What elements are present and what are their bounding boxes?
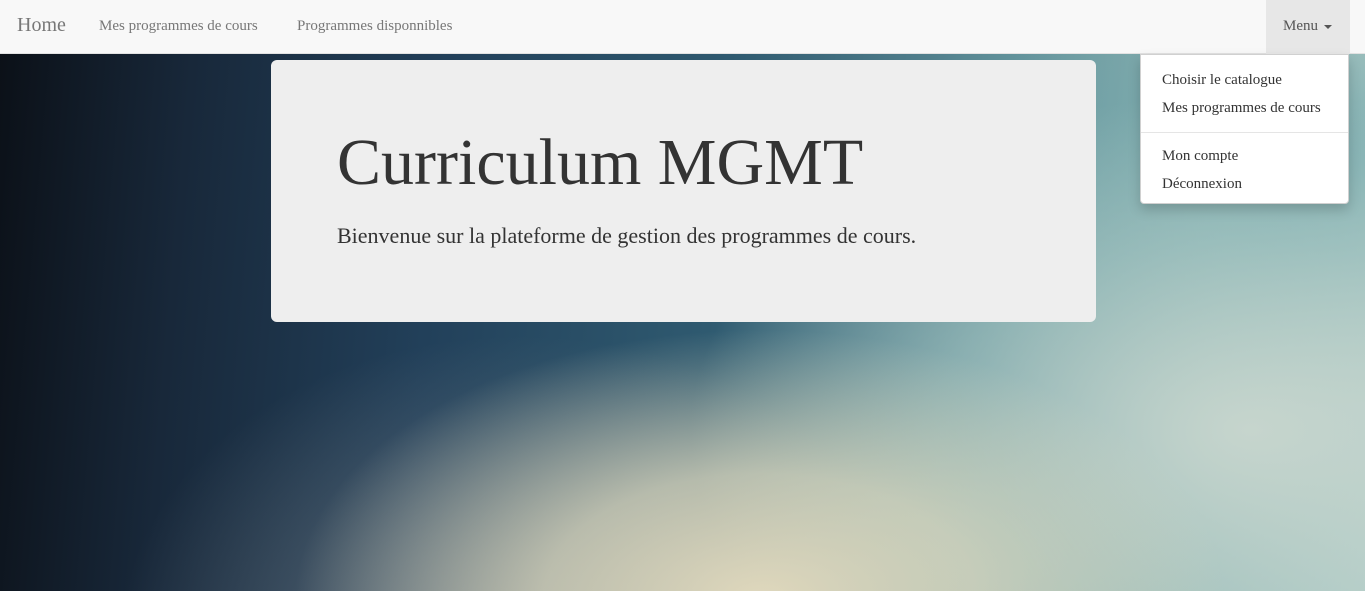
nav-link-programmes-disponibles[interactable]: Programmes disponnibles <box>297 18 452 35</box>
page-title: Curriculum MGMT <box>337 126 864 199</box>
menu-dropdown: Choisir le catalogue Mes programmes de c… <box>1140 54 1349 204</box>
caret-down-icon <box>1324 24 1332 29</box>
menu-dropdown-toggle[interactable]: Menu <box>1266 0 1350 54</box>
menu-label: Menu <box>1283 18 1318 34</box>
menu-item-mes-programmes[interactable]: Mes programmes de cours <box>1162 100 1321 117</box>
welcome-jumbotron: Curriculum MGMT Bienvenue sur la platefo… <box>271 60 1096 322</box>
menu-item-choisir-catalogue[interactable]: Choisir le catalogue <box>1162 72 1282 89</box>
menu-item-deconnexion[interactable]: Déconnexion <box>1162 176 1242 193</box>
top-navbar: Home Mes programmes de cours Programmes … <box>0 0 1365 54</box>
nav-link-mes-programmes[interactable]: Mes programmes de cours <box>99 18 258 35</box>
menu-divider <box>1141 132 1348 133</box>
welcome-message: Bienvenue sur la plateforme de gestion d… <box>337 223 917 248</box>
menu-item-mon-compte[interactable]: Mon compte <box>1162 148 1238 165</box>
home-link[interactable]: Home <box>17 14 66 37</box>
